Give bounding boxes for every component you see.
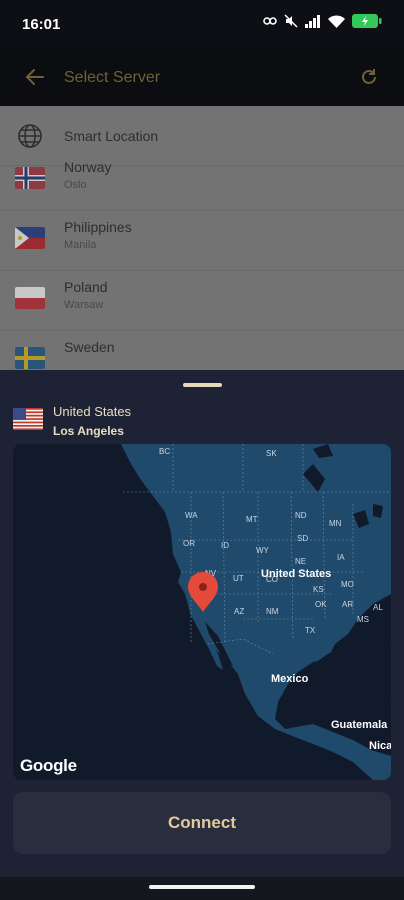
map-label-ne: NE [295, 557, 306, 566]
globe-icon [18, 124, 42, 148]
drag-handle[interactable] [183, 383, 222, 387]
list-item-country: Sweden [64, 339, 115, 355]
selected-country: United States [53, 404, 132, 419]
app-bar: Select Server [0, 48, 404, 106]
map-label-ut: UT [233, 574, 244, 583]
philippines-flag-icon [15, 227, 45, 249]
map-canvas: BC SK WA MT ND MN OR ID WY SD IA NE NV U… [121, 444, 391, 780]
map-label-nd: ND [295, 511, 307, 520]
list-item[interactable]: Poland Warsaw [0, 271, 404, 331]
map-label-al: AL [373, 603, 383, 612]
status-bar: 16:01 [0, 0, 404, 48]
map-label-nm: NM [266, 607, 279, 616]
map-label-nicaragua: Nica [369, 740, 391, 752]
battery-icon [352, 14, 382, 28]
map-label-id: ID [221, 541, 229, 550]
map-label-guatemala: Guatemala [331, 719, 388, 731]
status-icons [263, 14, 382, 28]
system-nav-bar [0, 877, 404, 900]
status-time: 16:01 [22, 16, 61, 33]
selected-city: Los Angeles [53, 424, 124, 438]
map-label-wy: WY [256, 546, 270, 555]
norway-flag-icon [15, 167, 45, 189]
map-label-sk: SK [266, 449, 277, 458]
server-select-page: Select Server Smart Location Norway Oslo… [0, 48, 404, 370]
list-item-country: Norway [64, 159, 112, 175]
list-item[interactable]: Sweden [0, 331, 404, 370]
connect-button[interactable]: Connect [13, 792, 391, 854]
map-label-ms: MS [357, 615, 369, 624]
list-item-city: Oslo [64, 179, 87, 191]
map-label-bc: BC [159, 447, 170, 456]
map-label-ok: OK [315, 600, 327, 609]
poland-flag-icon [15, 287, 45, 309]
list-item[interactable]: Philippines Manila [0, 211, 404, 271]
list-item-city: Warsaw [64, 299, 104, 311]
list-item-country: Poland [64, 279, 108, 295]
list-item-city: Manila [64, 239, 97, 251]
map-label-mo: MO [341, 580, 354, 589]
map-label-mt: MT [246, 515, 258, 524]
bottom-sheet: United States Los Angeles BC SK WA MT ND… [0, 370, 404, 900]
map-label-az: AZ [234, 607, 244, 616]
map-label-sd: SD [297, 534, 308, 543]
map-label-tx: TX [305, 626, 316, 635]
list-item-label: Smart Location [64, 128, 159, 144]
list-item-country: Philippines [64, 219, 132, 235]
location-map[interactable]: BC SK WA MT ND MN OR ID WY SD IA NE NV U… [13, 444, 391, 780]
map-label-or: OR [183, 539, 195, 548]
wifi-icon [328, 14, 345, 28]
map-label-ar: AR [342, 600, 353, 609]
us-flag-icon [13, 408, 43, 430]
map-label-wa: WA [185, 511, 198, 520]
back-arrow-icon[interactable] [24, 66, 46, 88]
home-gesture-bar[interactable] [149, 885, 255, 889]
map-label-ia: IA [337, 553, 345, 562]
page-title: Select Server [64, 69, 161, 86]
google-logo: Google [20, 756, 77, 775]
refresh-icon[interactable] [358, 66, 380, 88]
server-list: Smart Location Norway Oslo Philippines M… [0, 106, 404, 370]
mute-icon [284, 14, 298, 28]
map-label-united-states: United States [261, 568, 331, 580]
link-icon [263, 17, 277, 25]
map-label-mn: MN [329, 519, 342, 528]
sweden-flag-icon [15, 347, 45, 369]
list-item[interactable]: Norway Oslo [0, 151, 404, 211]
signal-icon [305, 14, 320, 28]
map-label-ks: KS [313, 585, 324, 594]
map-label-mexico: Mexico [271, 673, 309, 685]
